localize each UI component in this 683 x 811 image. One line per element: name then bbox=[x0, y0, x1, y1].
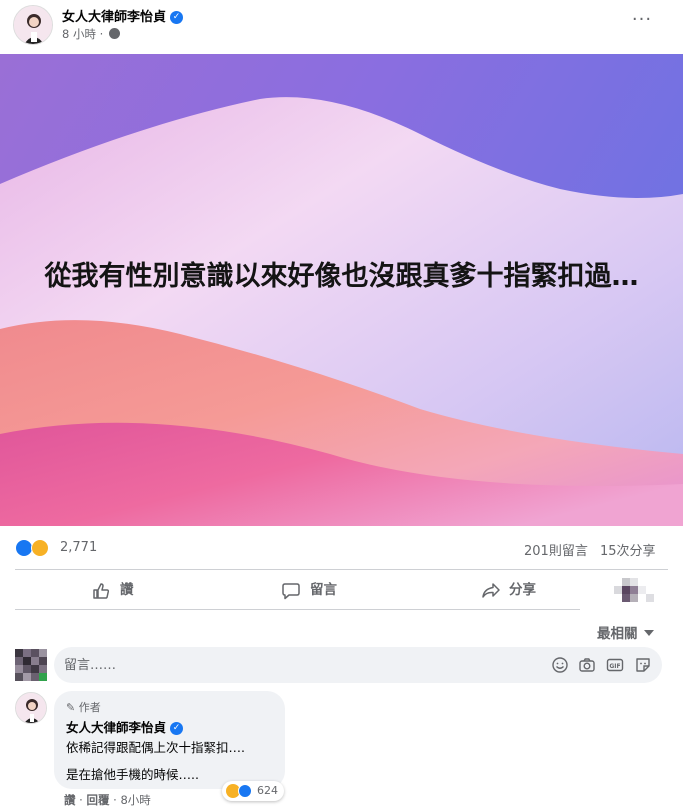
verified-check-icon: ✓ bbox=[170, 11, 184, 24]
like-label[interactable]: 讚 bbox=[120, 575, 134, 605]
comment-author-name[interactable]: 女人大律師李怡貞 ✓ bbox=[66, 717, 184, 736]
separator: · bbox=[113, 793, 117, 807]
author-badge-label: 作者 bbox=[78, 701, 101, 714]
like-button[interactable]: 讚 bbox=[92, 575, 162, 605]
share-arrow-icon bbox=[482, 583, 500, 598]
comment-author-text[interactable]: 女人大律師李怡貞 bbox=[66, 720, 166, 735]
like-reaction-icon bbox=[238, 784, 252, 798]
divider bbox=[15, 609, 580, 610]
haha-reaction-icon[interactable] bbox=[31, 539, 49, 557]
comment-author-avatar[interactable] bbox=[15, 692, 47, 724]
viewer-avatar bbox=[15, 649, 47, 681]
comment-button[interactable]: 留言 bbox=[282, 575, 352, 605]
comment-text-line-1: 依稀記得跟配偶上次十指緊扣…. bbox=[66, 740, 245, 755]
divider bbox=[15, 569, 668, 570]
globe-icon bbox=[108, 28, 120, 39]
post-actions: 讚 留言 分享 bbox=[0, 571, 683, 609]
emoji-icon[interactable] bbox=[551, 656, 569, 674]
author-avatar[interactable] bbox=[13, 5, 53, 45]
comment-input[interactable] bbox=[64, 655, 524, 675]
share-label[interactable]: 分享 bbox=[509, 575, 536, 605]
thumbs-up-icon bbox=[93, 583, 110, 599]
post-stats: 2,771 201則留言 15次分享 bbox=[0, 535, 683, 563]
comment-label[interactable]: 留言 bbox=[310, 575, 337, 605]
post-meta: 8 小時 · bbox=[62, 26, 120, 42]
comment-sort-dropdown[interactable]: 最相關 bbox=[597, 622, 654, 642]
comment-reply-link[interactable]: 回覆 bbox=[86, 793, 109, 807]
post-time[interactable]: 8 小時 · bbox=[62, 27, 103, 41]
comment-reactions[interactable]: 624 bbox=[222, 781, 284, 801]
comment-composer: GIF bbox=[54, 647, 662, 683]
author-badge: ✎ 作者 bbox=[66, 699, 101, 715]
separator: · bbox=[79, 793, 83, 807]
pencil-icon: ✎ bbox=[66, 701, 76, 714]
gif-icon[interactable]: GIF bbox=[606, 656, 624, 674]
speech-bubble-icon bbox=[282, 583, 300, 600]
more-options-button[interactable]: ··· bbox=[628, 8, 656, 36]
sticker-icon[interactable] bbox=[634, 656, 652, 674]
verified-check-icon: ✓ bbox=[170, 722, 184, 735]
reaction-count[interactable]: 2,771 bbox=[60, 540, 97, 555]
author-name-text[interactable]: 女人大律師李怡貞 bbox=[62, 10, 166, 25]
comment-like-link[interactable]: 讚 bbox=[64, 793, 76, 807]
author-name[interactable]: 女人大律師李怡貞 ✓ bbox=[62, 6, 184, 25]
share-button[interactable]: 分享 bbox=[481, 575, 551, 605]
share-count[interactable]: 15次分享 bbox=[600, 540, 656, 559]
chevron-down-icon bbox=[643, 630, 654, 636]
comment-text-line-2: 是在搶他手機的時候….. bbox=[66, 767, 199, 782]
comment-reaction-count: 624 bbox=[257, 784, 278, 797]
viewer-avatar-selector[interactable] bbox=[614, 578, 654, 602]
comment-footer: 讚 · 回覆 · 8小時 bbox=[64, 792, 151, 808]
comment-bubble: ✎ 作者 女人大律師李怡貞 ✓ 依稀記得跟配偶上次十指緊扣…. 是在搶他手機的時候… bbox=[54, 691, 285, 789]
sort-label[interactable]: 最相關 bbox=[597, 626, 638, 642]
comment-time[interactable]: 8小時 bbox=[120, 793, 150, 807]
camera-icon[interactable] bbox=[578, 656, 596, 674]
post-image-text: 從我有性別意識以來好像也沒跟真爹十指緊扣過… bbox=[44, 261, 639, 292]
post-header: 女人大律師李怡貞 ✓ 8 小時 · ··· bbox=[0, 0, 683, 54]
comment-count[interactable]: 201則留言 bbox=[524, 540, 588, 559]
post-image[interactable]: 從我有性別意識以來好像也沒跟真爹十指緊扣過… bbox=[0, 54, 683, 526]
svg-text:GIF: GIF bbox=[609, 663, 620, 670]
